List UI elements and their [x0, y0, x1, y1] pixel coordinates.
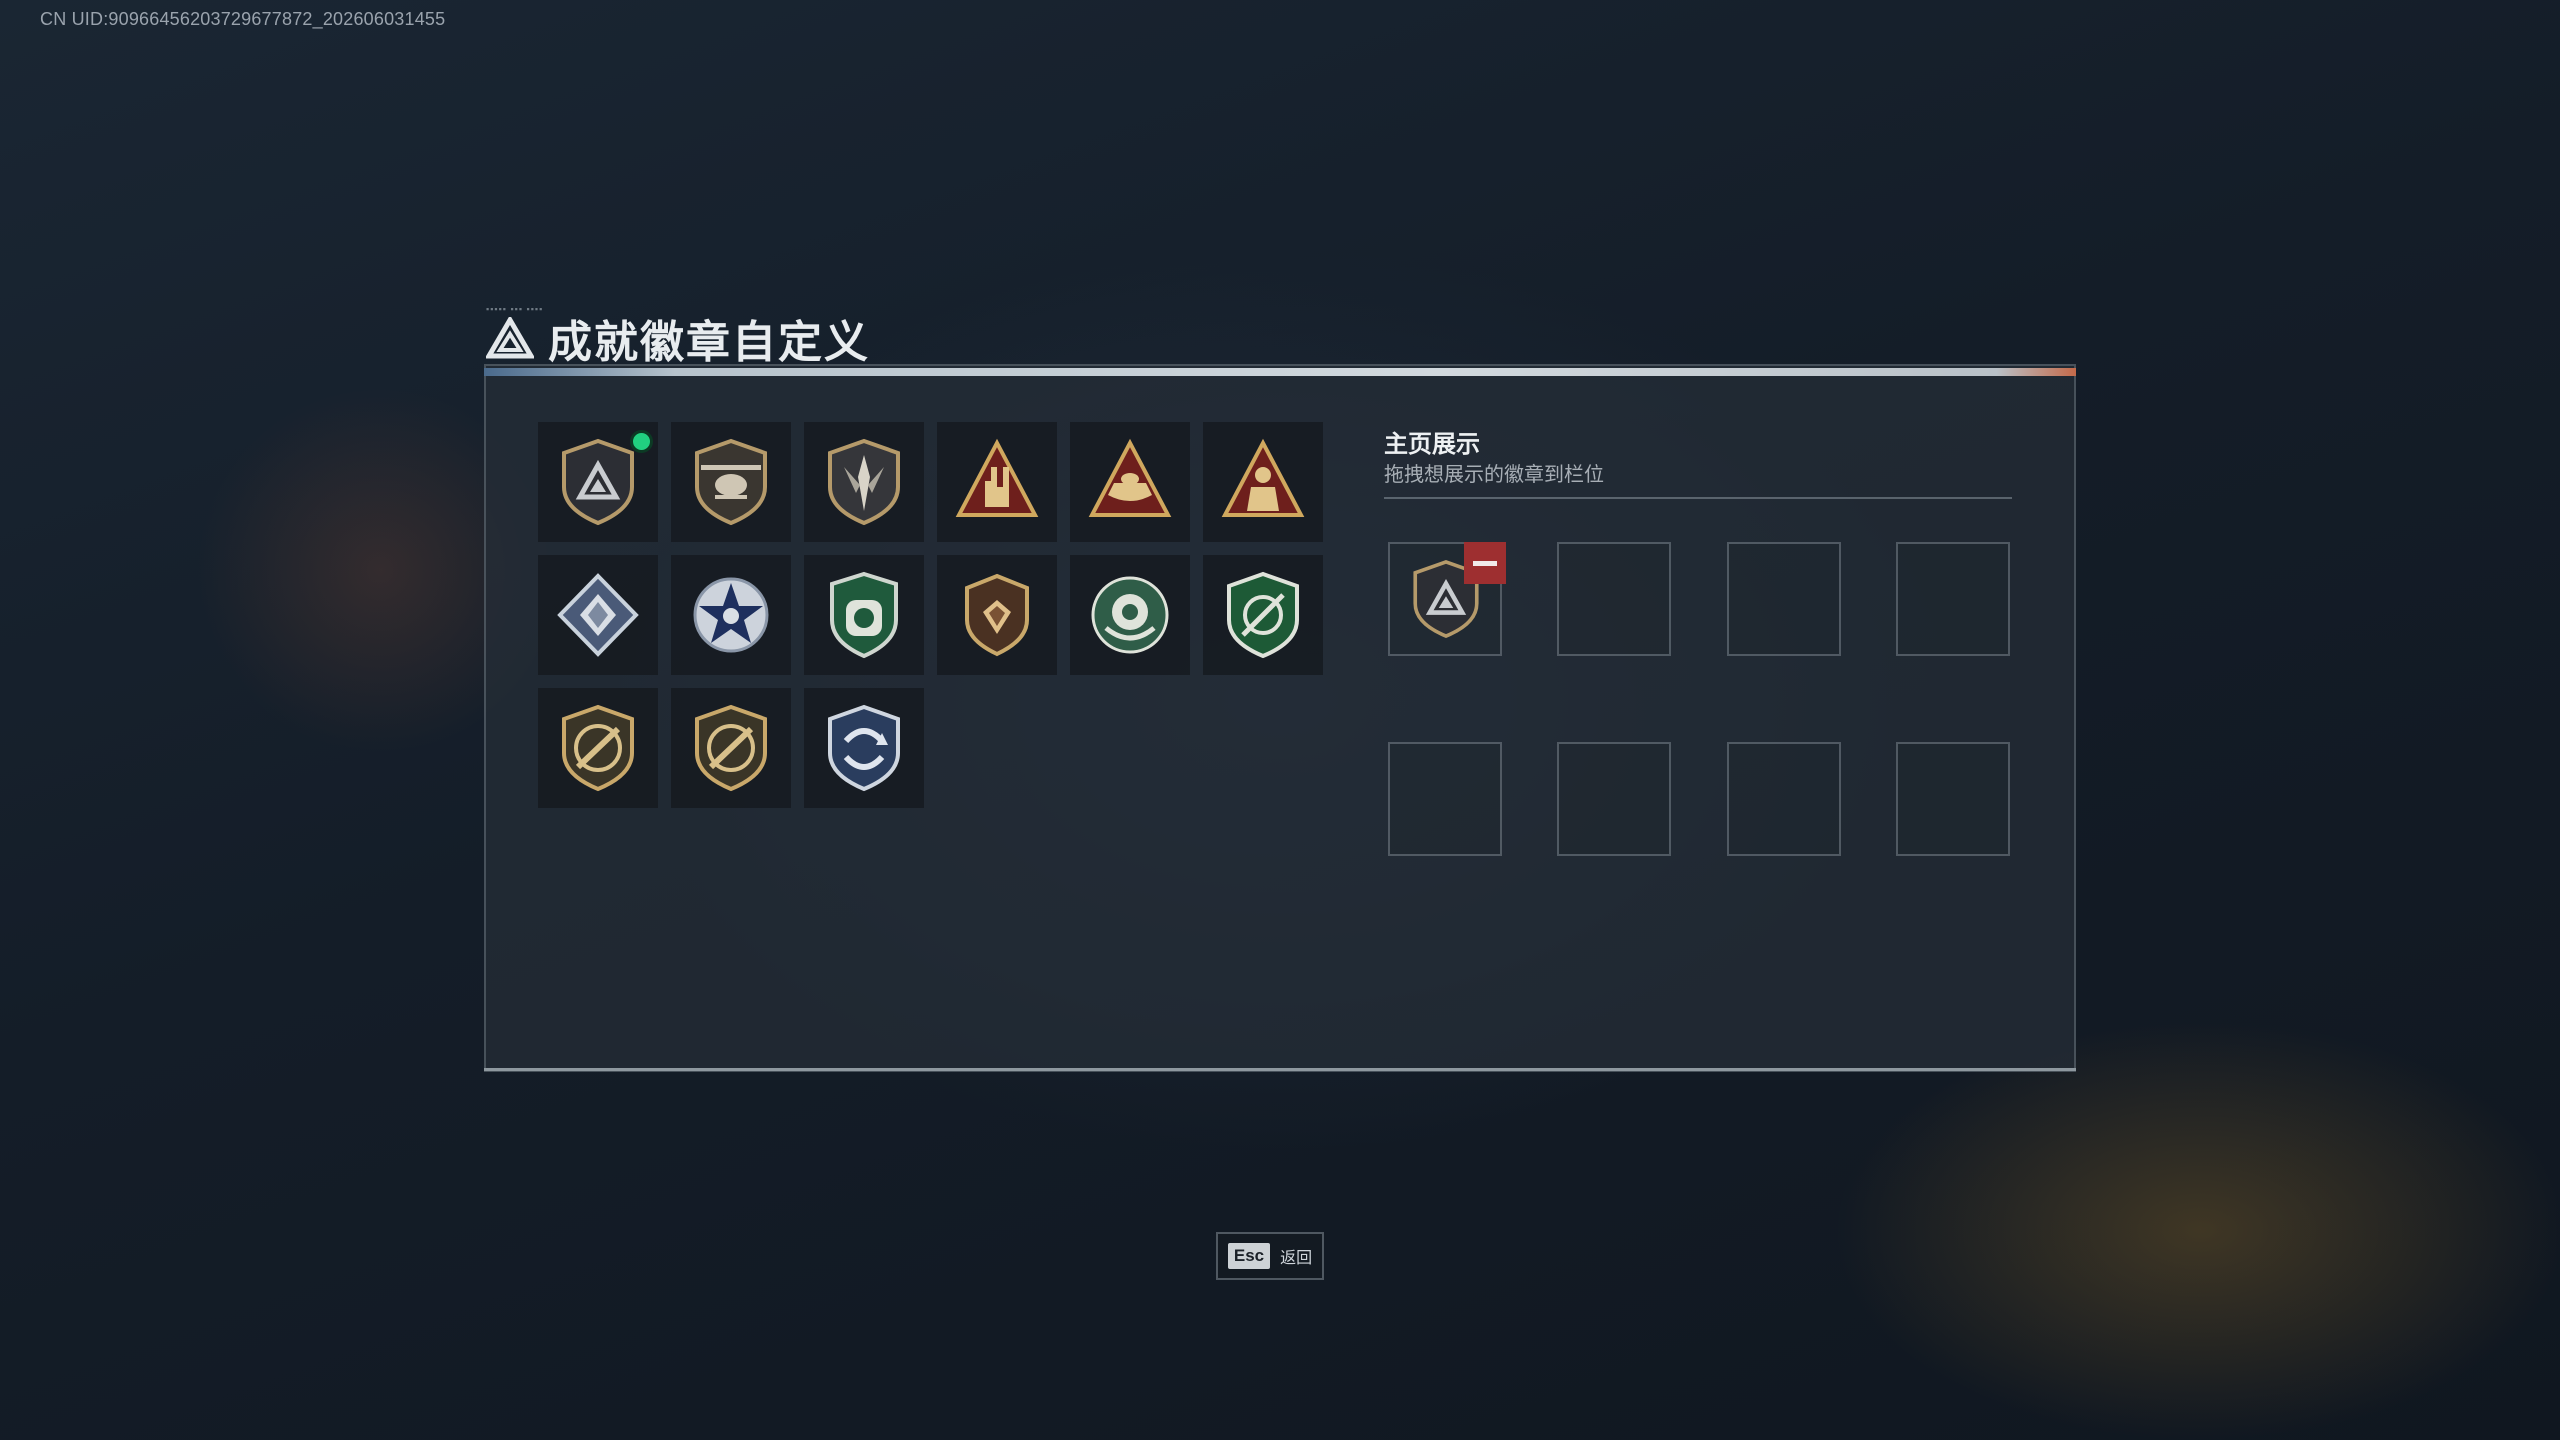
- showcase-slot-4[interactable]: [1896, 542, 2010, 656]
- gem-shield-badge-icon: [965, 573, 1029, 657]
- showcase-divider: [1384, 497, 2012, 499]
- badge-gem-shield[interactable]: [937, 555, 1057, 675]
- badge-soldier[interactable]: [1203, 422, 1323, 542]
- badge-tri-shield[interactable]: [538, 422, 658, 542]
- green-shield-badge-icon: [830, 571, 898, 659]
- showcase-slot-1[interactable]: [1388, 542, 1506, 656]
- badge-sword-shield[interactable]: [804, 422, 924, 542]
- showcase-title: 主页展示: [1384, 431, 1480, 458]
- badge-arrows-shield[interactable]: [804, 688, 924, 808]
- boat-badge-icon: [1088, 438, 1172, 517]
- badge-helicopter[interactable]: [671, 422, 791, 542]
- arrows-shield-badge-icon: [828, 704, 900, 792]
- star-badge-icon: [693, 577, 769, 653]
- helicopter-badge-icon: [695, 438, 767, 526]
- esc-key: Esc: [1227, 1243, 1271, 1269]
- showcase-subtitle: 拖拽想展示的徽章到栏位: [1384, 464, 1604, 486]
- tri-shield-badge-icon: [562, 438, 634, 526]
- showcase-slot-6[interactable]: [1557, 742, 1671, 856]
- back-label: 返回: [1280, 1250, 1313, 1267]
- rifle-badge-1-icon: [562, 704, 634, 792]
- showcase-slot-5[interactable]: [1388, 742, 1502, 856]
- badge-crosshair-shield[interactable]: [1203, 555, 1323, 675]
- minus-icon: [1473, 560, 1497, 566]
- wreath-badge-icon: [1091, 576, 1169, 654]
- badge-crystal-diamond[interactable]: [538, 555, 658, 675]
- badge-grid: [538, 422, 1323, 808]
- soldier-badge-icon: [1221, 438, 1305, 517]
- page-header: 成就徽章自定义: [486, 308, 870, 368]
- showcase-slot-8[interactable]: [1896, 742, 2010, 856]
- badge-boat[interactable]: [1070, 422, 1190, 542]
- equipped-indicator: [630, 430, 653, 453]
- crosshair-shield-badge-icon: [1227, 571, 1299, 659]
- back-button[interactable]: Esc 返回: [1216, 1232, 1324, 1280]
- crystal-diamond-badge-icon: [557, 573, 639, 657]
- sword-shield-badge-icon: [828, 438, 900, 526]
- triangle-logo-icon: [486, 317, 534, 359]
- panel-top-bar: [484, 368, 2076, 376]
- hand-horns-badge-icon: [955, 438, 1039, 517]
- badge-star[interactable]: [671, 555, 791, 675]
- badge-green-shield[interactable]: [804, 555, 924, 675]
- rifle-badge-2-icon: [695, 704, 767, 792]
- badge-rifle-1[interactable]: [538, 688, 658, 808]
- showcase-slot-2[interactable]: [1557, 542, 1671, 656]
- badge-wreath[interactable]: [1070, 555, 1190, 675]
- badge-rifle-2[interactable]: [671, 688, 791, 808]
- showcase-slot-7[interactable]: [1727, 742, 1841, 856]
- panel-bottom-line: [484, 1068, 2076, 1071]
- badge-hand-horns[interactable]: [937, 422, 1057, 542]
- page-title: 成就徽章自定义: [548, 318, 870, 367]
- uid-label: CN UID:9096645620372967787​2_20260603145…: [40, 9, 446, 29]
- showcase-slot-3[interactable]: [1727, 542, 1841, 656]
- remove-badge-button[interactable]: [1464, 542, 1506, 584]
